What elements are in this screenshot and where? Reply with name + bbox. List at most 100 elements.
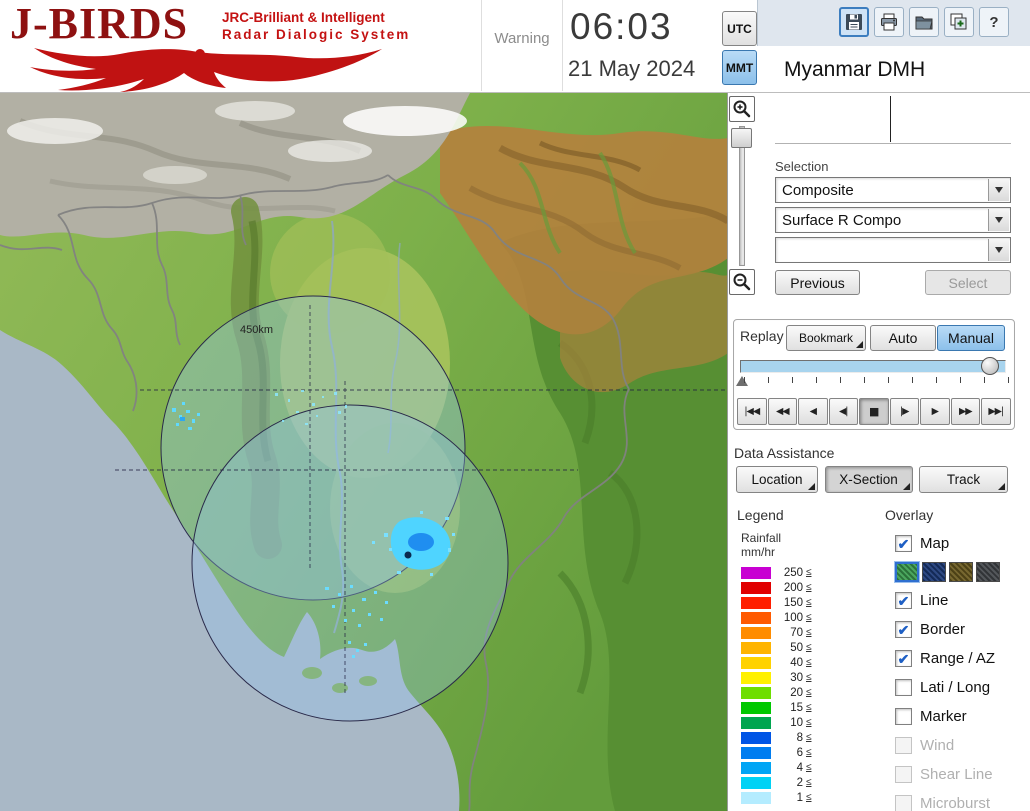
legend-row: 30 ≤ [741,670,841,685]
overlay-item-lati-long[interactable]: Lati / Long [895,673,1025,702]
map-style-swatch-3[interactable] [976,562,1000,582]
legend-leq-symbol: ≤ [806,777,812,788]
legend-value: 250 [783,566,803,579]
slider-tick [1008,377,1009,383]
overlay-item-border[interactable]: Border [895,615,1025,644]
playback-skip-to-end-button[interactable]: ▶▶| [981,398,1011,425]
sub-product-dropdown[interactable] [775,237,1011,263]
playback-skip-to-start-button[interactable]: |◀◀ [737,398,767,425]
map-style-swatch-2[interactable] [949,562,973,582]
save-button[interactable] [839,7,869,37]
playback-play-button[interactable]: ▶ [920,398,950,425]
legend-row: 40 ≤ [741,655,841,670]
legend-row: 20 ≤ [741,685,841,700]
legend-value: 2 [796,776,803,789]
legend-value: 30 [790,671,803,684]
legend-color-chip [741,656,771,669]
open-button[interactable] [909,7,939,37]
overlay-label-text: Wind [920,737,955,754]
product-dropdown[interactable]: Surface R Compo [775,207,1011,233]
legend-value: 100 [783,611,803,624]
legend-leq-symbol: ≤ [806,732,812,743]
overlay-item-shear-line[interactable]: Shear Line [895,760,1025,789]
warning-label: Warning [494,30,550,47]
slider-tick [840,377,841,383]
track-button[interactable]: Track [919,466,1008,493]
auto-mode-button[interactable]: Auto [870,325,936,351]
legend-leq-symbol: ≤ [806,582,812,593]
legend-row: 2 ≤ [741,775,841,790]
print-button[interactable] [874,7,904,37]
manual-mode-button[interactable]: Manual [937,325,1005,351]
select-button[interactable]: Select [925,270,1011,295]
legend-row: 250 ≤ [741,565,841,580]
dropdown-arrow-icon[interactable] [988,209,1009,231]
playback-fast-forward-button[interactable]: ▶▶ [950,398,980,425]
previous-button[interactable]: Previous [775,270,860,295]
overlay-item-wind[interactable]: Wind [895,731,1025,760]
slider-tick [960,377,961,383]
zoom-out-button[interactable] [729,269,755,295]
checkbox[interactable] [895,679,912,696]
dropdown-arrow-icon[interactable] [988,239,1009,261]
help-button[interactable]: ? [979,7,1009,37]
slider-tick [816,377,817,383]
help-icon: ? [989,14,998,31]
legend-row: 15 ≤ [741,700,841,715]
legend-color-chip [741,701,771,714]
legend-value: 8 [796,731,803,744]
slider-ticks [740,376,1010,385]
da-button-label: Track [946,472,981,487]
save-icon [846,14,862,30]
add-button[interactable] [944,7,974,37]
checkbox[interactable] [895,592,912,609]
slider-tick [768,377,769,383]
checkbox [895,766,912,783]
legend-row: 100 ≤ [741,610,841,625]
bookmark-button[interactable]: Bookmark [786,325,866,351]
playback-stop-button[interactable]: ■ [859,398,889,425]
dropdown-value: Composite [782,182,854,199]
map-style-swatch-0[interactable] [894,561,920,583]
time-slider-track[interactable] [740,360,1006,373]
logo-subtitle-line2: Radar Dialogic System [222,26,411,42]
location-button[interactable]: Location [736,466,818,493]
checkbox[interactable] [895,621,912,638]
playback-step-forward-button[interactable]: |▶ [889,398,919,425]
map-style-swatches [894,558,1025,586]
zoom-slider-handle[interactable] [731,128,752,148]
slider-tick [744,377,745,383]
overlay-section-label: Overlay [885,507,934,523]
checkbox[interactable] [895,708,912,725]
overlay-item-microburst[interactable]: Microburst [895,789,1025,811]
legend-color-chip [741,596,771,609]
overlay-item-range-az[interactable]: Range / AZ [895,644,1025,673]
playback-step-back-button[interactable]: ◀| [828,398,858,425]
overlay-item-marker[interactable]: Marker [895,702,1025,731]
legend-leq-symbol: ≤ [806,762,812,773]
composite-dropdown[interactable]: Composite [775,177,1011,203]
dropdown-value [776,238,1010,242]
legend-color-scale: 250 ≤200 ≤150 ≤100 ≤70 ≤50 ≤40 ≤30 ≤20 ≤15 ≤10 ≤8 ≤6… [741,565,841,805]
radar-map-view[interactable]: 450km [0,93,728,811]
time-slider-handle[interactable] [981,357,999,375]
legend-row: 6 ≤ [741,745,841,760]
overlay-item-line[interactable]: Line [895,586,1025,615]
map-style-swatch-1[interactable] [922,562,946,582]
playback-fast-rewind-button[interactable]: ◀◀ [767,398,797,425]
overlay-item-map[interactable]: Map [895,529,1025,558]
legend-value: 4 [796,761,803,774]
legend-color-chip [741,581,771,594]
utc-toggle-button[interactable]: UTC [722,11,757,46]
legend-value: 1 [796,791,803,804]
station-display-box[interactable] [775,94,1011,144]
playback-play-reverse-button[interactable]: ◀ [798,398,828,425]
checkbox[interactable] [895,650,912,667]
legend-row: 50 ≤ [741,640,841,655]
checkbox[interactable] [895,535,912,552]
mmt-toggle-button[interactable]: MMT [722,50,757,85]
zoom-in-button[interactable] [729,96,755,122]
x-section-button[interactable]: X-Section [824,466,913,493]
legend-leq-symbol: ≤ [806,702,812,713]
dropdown-arrow-icon[interactable] [988,179,1009,201]
